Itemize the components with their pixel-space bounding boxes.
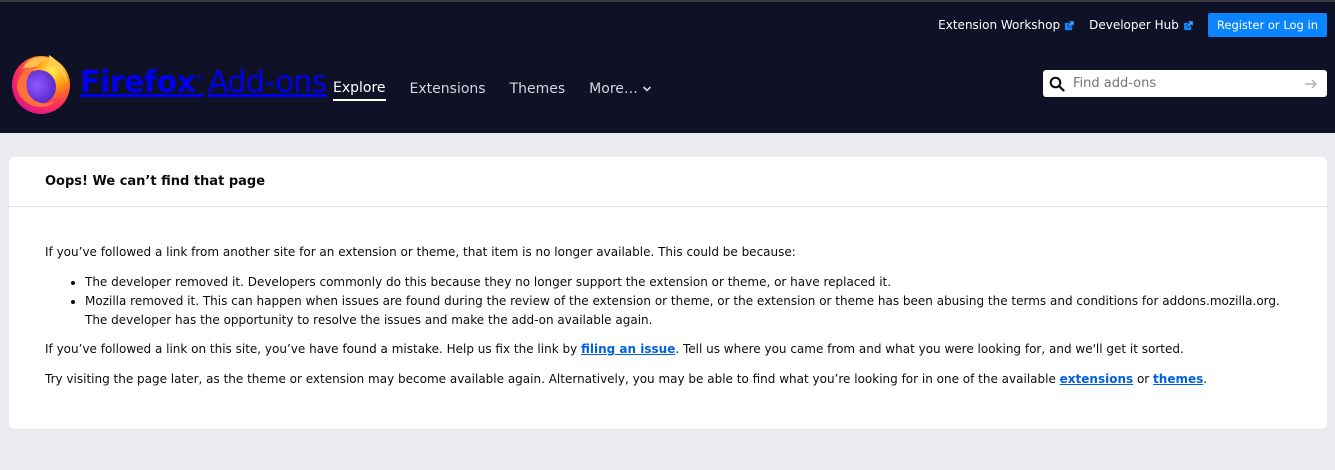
mistake-text-before: If you’ve followed a link on this site, … <box>45 342 581 356</box>
main-nav: Explore Extensions Themes More… <box>333 80 652 101</box>
mistake-text-after: . Tell us where you came from and what y… <box>675 342 1184 356</box>
mistake-paragraph: If you’ve followed a link on this site, … <box>45 340 1291 359</box>
external-link-icon <box>1183 20 1194 30</box>
nav-extensions-label: Extensions <box>409 81 486 97</box>
nav-themes[interactable]: Themes <box>510 80 566 101</box>
nav-explore[interactable]: Explore <box>333 80 386 101</box>
external-link-icon <box>1065 20 1075 30</box>
site-header: Extension Workshop Developer Hub Registe… <box>0 2 1335 133</box>
header-top-links: Extension Workshop Developer Hub Registe… <box>938 13 1327 37</box>
logo-brand: Firefox <box>80 64 196 100</box>
try-later-text-middle: or <box>1133 372 1154 386</box>
themes-link[interactable]: themes <box>1153 372 1203 386</box>
search-box <box>1043 70 1327 97</box>
card-header: Oops! We can’t find that page <box>9 157 1327 207</box>
filing-issue-link[interactable]: filing an issue <box>581 342 675 356</box>
register-login-button[interactable]: Register or Log in <box>1207 13 1327 37</box>
intro-text: If you’ve followed a link from another s… <box>45 245 796 259</box>
nav-more[interactable]: More… <box>589 80 652 101</box>
card-body: If you’ve followed a link from another s… <box>9 207 1327 389</box>
nav-themes-label: Themes <box>509 81 566 97</box>
logo-product: Add-ons <box>207 64 327 100</box>
list-item: Mozilla removed it. This can happen when… <box>85 292 1291 330</box>
try-later-text-after: . <box>1203 372 1208 386</box>
not-found-card: Oops! We can’t find that page If you’ve … <box>9 157 1327 429</box>
try-later-paragraph: Try visiting the page later, as the them… <box>45 370 1291 389</box>
page-title: Oops! We can’t find that page <box>45 174 266 189</box>
logo-text: Firefox® Add-ons <box>80 65 327 100</box>
nav-explore-label: Explore <box>333 80 386 96</box>
arrow-right-icon[interactable] <box>1303 76 1319 92</box>
reasons-list: The developer removed it. Developers com… <box>45 273 1291 330</box>
list-item: The developer removed it. Developers com… <box>85 273 1291 292</box>
firefox-logo-icon <box>12 55 70 114</box>
search-icon <box>1049 76 1065 92</box>
extension-workshop-label: Extension Workshop <box>938 18 1061 32</box>
developer-hub-label: Developer Hub <box>1089 18 1179 32</box>
nav-more-label: More… <box>589 81 638 97</box>
chevron-down-icon <box>642 86 651 92</box>
try-later-text-before: Try visiting the page later, as the them… <box>45 372 1060 386</box>
search-input[interactable] <box>1071 75 1303 92</box>
developer-hub-link[interactable]: Developer Hub <box>1089 18 1194 32</box>
extension-workshop-link[interactable]: Extension Workshop <box>938 18 1075 32</box>
extensions-link[interactable]: extensions <box>1060 372 1133 386</box>
nav-extensions[interactable]: Extensions <box>410 80 486 101</box>
logo-trademark: ® <box>195 73 204 84</box>
firefox-addons-logo[interactable]: Firefox® Add-ons <box>9 49 327 115</box>
